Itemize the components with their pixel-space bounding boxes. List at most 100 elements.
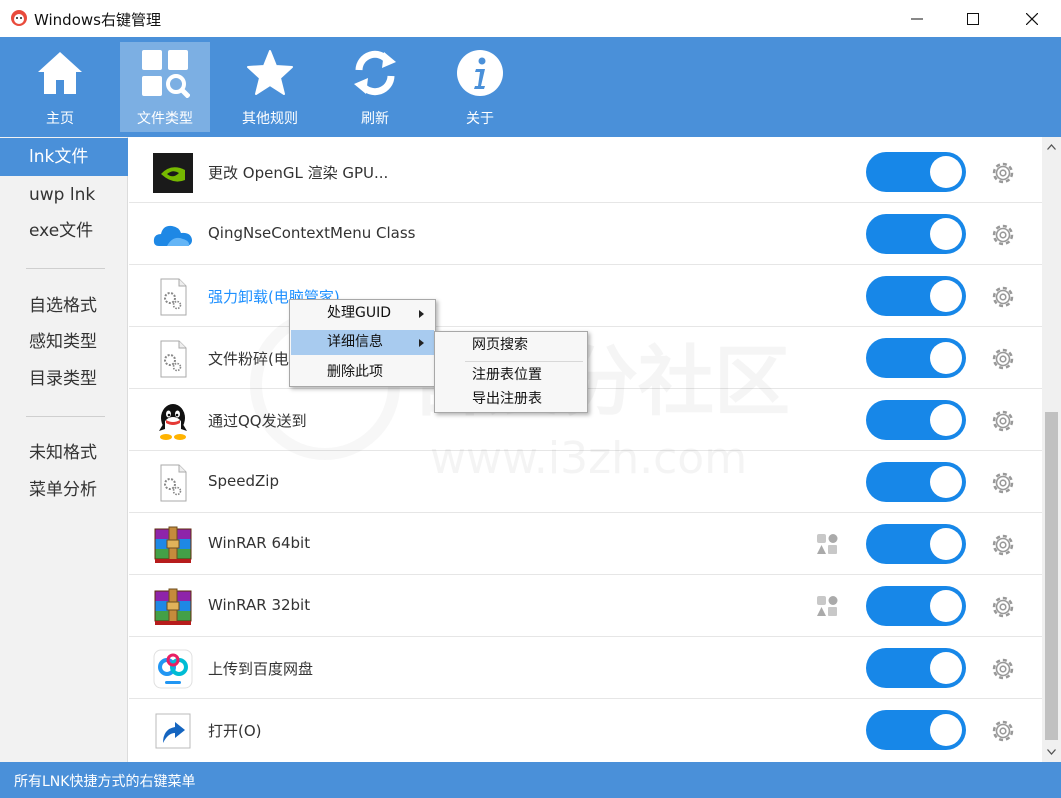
status-text: 所有LNK快捷方式的右键菜单: [14, 774, 196, 790]
toolbar-about[interactable]: 关于: [435, 42, 525, 132]
scroll-down-button[interactable]: [1042, 742, 1061, 762]
toggle-knob: [930, 280, 962, 312]
list-item: 上传到百度网盘: [129, 637, 1042, 699]
list-item: 打开(O): [129, 699, 1042, 761]
toggle-knob: [930, 404, 962, 436]
sidebar-item-custom-format[interactable]: 自选格式: [0, 287, 128, 325]
menu-item-label: 详细信息: [327, 334, 383, 350]
gear-icon[interactable]: [990, 346, 1016, 372]
gear-file-icon: [160, 278, 187, 316]
gear-file-icon: [160, 464, 187, 502]
enable-toggle[interactable]: [866, 648, 966, 688]
row-label: 上传到百度网盘: [208, 660, 314, 678]
toolbar: 主页 文件类型 其他规则 刷新 关于: [0, 37, 1061, 137]
menu-item-web-search[interactable]: 网页搜索: [436, 333, 586, 358]
info-icon: [457, 50, 503, 96]
enable-toggle[interactable]: [866, 524, 966, 564]
minimize-button[interactable]: [890, 0, 944, 37]
toggle-knob: [930, 218, 962, 250]
menu-item-label: 处理GUID: [327, 305, 392, 321]
maximize-button[interactable]: [946, 0, 1000, 37]
menu-item-export-registry[interactable]: 导出注册表: [436, 387, 586, 412]
menu-item-details[interactable]: 详细信息: [291, 330, 434, 355]
gear-icon[interactable]: [990, 656, 1016, 682]
menu-separator: [465, 361, 583, 362]
gear-icon[interactable]: [990, 532, 1016, 558]
row-label: 更改 OpenGL 渲染 GPU...: [208, 164, 389, 182]
scroll-up-button[interactable]: [1042, 137, 1061, 157]
details-submenu: 网页搜索 注册表位置 导出注册表: [434, 331, 588, 413]
sidebar-item-perceived-type[interactable]: 感知类型: [0, 323, 128, 361]
list-item: QingNseContextMenu Class: [129, 203, 1042, 265]
toolbar-label: 主页: [46, 111, 74, 127]
winrar-icon: [154, 588, 192, 625]
gear-icon[interactable]: [990, 408, 1016, 434]
cloud-icon: [153, 225, 192, 246]
shortcut-arrow-icon: [155, 713, 191, 749]
sidebar-item-lnk[interactable]: lnk文件: [0, 138, 128, 176]
toolbar-file-type[interactable]: 文件类型: [120, 42, 210, 132]
enable-toggle[interactable]: [866, 338, 966, 378]
scroll-thumb[interactable]: [1045, 412, 1058, 740]
enable-toggle[interactable]: [866, 276, 966, 316]
row-label: SpeedZip: [208, 472, 279, 490]
enable-toggle[interactable]: [866, 152, 966, 192]
home-icon: [38, 52, 82, 94]
toolbar-label: 其他规则: [242, 111, 298, 127]
gear-icon[interactable]: [990, 160, 1016, 186]
row-label: QingNseContextMenu Class: [208, 224, 416, 242]
gear-icon[interactable]: [990, 470, 1016, 496]
row-label: WinRAR 64bit: [208, 534, 311, 552]
sidebar-divider: [26, 268, 105, 269]
enable-toggle[interactable]: [866, 462, 966, 502]
qq-icon: [159, 404, 187, 440]
toolbar-home[interactable]: 主页: [15, 42, 105, 132]
row-label: 文件粉碎(电: [208, 350, 289, 368]
sidebar-item-exe[interactable]: exe文件: [0, 212, 128, 250]
sidebar-item-uwp-lnk[interactable]: uwp lnk: [0, 176, 128, 214]
enable-toggle[interactable]: [866, 400, 966, 440]
menu-item-delete[interactable]: 删除此项: [291, 360, 434, 385]
toolbar-label: 文件类型: [137, 111, 193, 127]
close-icon: [1026, 12, 1038, 25]
toggle-knob: [930, 714, 962, 746]
list-item: 更改 OpenGL 渲染 GPU...: [129, 141, 1042, 203]
menu-item-list: 更改 OpenGL 渲染 GPU... QingNseContextMenu C…: [129, 137, 1042, 762]
list-item: WinRAR 32bit: [129, 575, 1042, 637]
baidu-netdisk-icon: [153, 649, 193, 689]
menu-item-handle-guid[interactable]: 处理GUID: [291, 301, 434, 326]
gear-icon[interactable]: [990, 718, 1016, 744]
refresh-icon: [354, 50, 396, 96]
menu-item-registry-location[interactable]: 注册表位置: [436, 363, 586, 388]
gear-icon[interactable]: [990, 594, 1016, 620]
sidebar-item-unknown-format[interactable]: 未知格式: [0, 434, 128, 472]
file-type-icon: [142, 50, 190, 98]
enable-toggle[interactable]: [866, 710, 966, 750]
maximize-icon: [967, 12, 979, 25]
winrar-icon: [154, 526, 192, 563]
sidebar-item-directory-type[interactable]: 目录类型: [0, 360, 128, 398]
row-label: 通过QQ发送到: [208, 412, 307, 430]
enable-toggle[interactable]: [866, 586, 966, 626]
toolbar-other-rules[interactable]: 其他规则: [225, 42, 315, 132]
star-icon: [247, 50, 293, 95]
list-item: 强力卸载(电脑管家): [129, 265, 1042, 327]
list-item: SpeedZip: [129, 451, 1042, 513]
toggle-knob: [930, 590, 962, 622]
shapes-icon: [817, 596, 838, 616]
app-icon: [11, 10, 27, 26]
gear-icon[interactable]: [990, 222, 1016, 248]
sidebar-item-menu-analysis[interactable]: 菜单分析: [0, 471, 128, 509]
toolbar-refresh[interactable]: 刷新: [330, 42, 420, 132]
chevron-up-icon: [1047, 144, 1056, 150]
close-button[interactable]: [1005, 0, 1059, 37]
shapes-icon: [817, 534, 838, 554]
list-item: WinRAR 64bit: [129, 513, 1042, 575]
scrollbar[interactable]: [1042, 137, 1061, 762]
toggle-knob: [930, 342, 962, 374]
gear-icon[interactable]: [990, 284, 1016, 310]
chevron-down-icon: [1047, 749, 1056, 755]
enable-toggle[interactable]: [866, 214, 966, 254]
sidebar-divider: [26, 416, 105, 417]
status-bar: 所有LNK快捷方式的右键菜单: [0, 762, 1061, 798]
